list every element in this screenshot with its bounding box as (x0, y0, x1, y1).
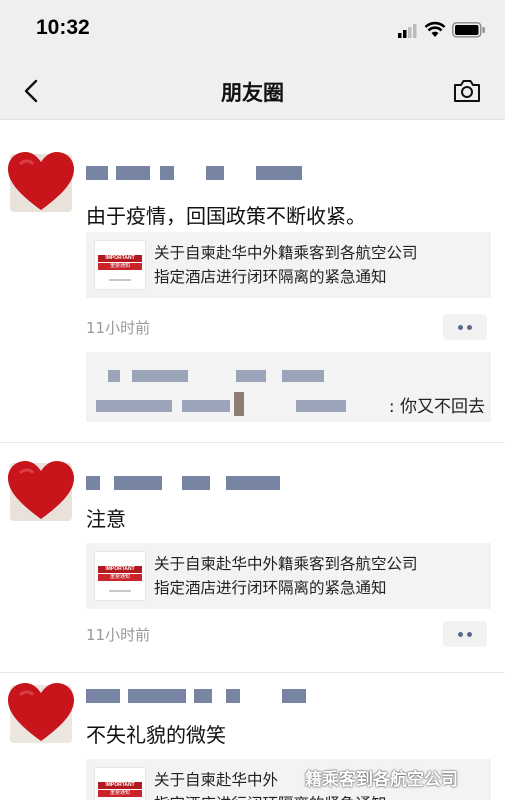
article-thumbnail: IMPORTANT 重要通知 (94, 767, 146, 800)
wifi-icon (424, 21, 446, 37)
comment-text: : 你又不回去 (388, 397, 485, 417)
page-title: 朋友圈 (221, 81, 284, 105)
more-actions-button[interactable] (443, 621, 487, 647)
post-time: 11小时前 (86, 319, 151, 337)
shared-article-card[interactable]: IMPORTANT 重要通知 关于自柬赴华中外籍乘客到各航空公司 指定酒店进行闭… (86, 232, 491, 298)
cellular-signal-icon (398, 24, 417, 38)
comment-section[interactable]: : 你又不回去 (86, 352, 491, 422)
article-thumbnail: IMPORTANT 重要通知 (94, 240, 146, 290)
more-actions-button[interactable] (443, 314, 487, 340)
post-text: 不失礼貌的微笑 (86, 723, 226, 747)
heart-avatar-icon[interactable] (6, 152, 76, 214)
post-text: 注意 (86, 507, 126, 531)
article-thumbnail: IMPORTANT 重要通知 (94, 551, 146, 601)
heart-avatar-icon[interactable] (6, 683, 76, 745)
article-title: 关于自柬赴华中外籍乘客到各航空公司 指定酒店进行闭环隔离的紧急通知 (154, 244, 418, 286)
moment-post: 注意 IMPORTANT 重要通知 关于自柬赴华中外籍乘客到各航空公司 指定酒店… (0, 443, 505, 673)
blurred-username[interactable] (86, 689, 326, 703)
status-time: 10:32 (36, 16, 90, 39)
camera-icon[interactable] (452, 77, 482, 105)
post-time: 11小时前 (86, 626, 151, 644)
watermark-text: 籍乘客到各航空公司 (305, 770, 458, 790)
article-title: 关于自柬赴华中外籍乘客到各航空公司 指定酒店进行闭环隔离的紧急通知 (154, 555, 418, 597)
status-bar: 10:32 (0, 0, 505, 62)
nav-bar: 朋友圈 (0, 62, 505, 120)
battery-icon (452, 22, 485, 38)
moment-post: 由于疫情，回国政策不断收紧。 IMPORTANT 重要通知 关于自柬赴华中外籍乘… (0, 120, 505, 440)
heart-avatar-icon[interactable] (6, 461, 76, 523)
blurred-username[interactable] (86, 166, 326, 180)
shared-article-card[interactable]: IMPORTANT 重要通知 关于自柬赴华中外籍乘客到各航空公司 指定酒店进行闭… (86, 543, 491, 609)
post-text: 由于疫情，回国政策不断收紧。 (86, 204, 366, 228)
blurred-username[interactable] (86, 476, 326, 490)
